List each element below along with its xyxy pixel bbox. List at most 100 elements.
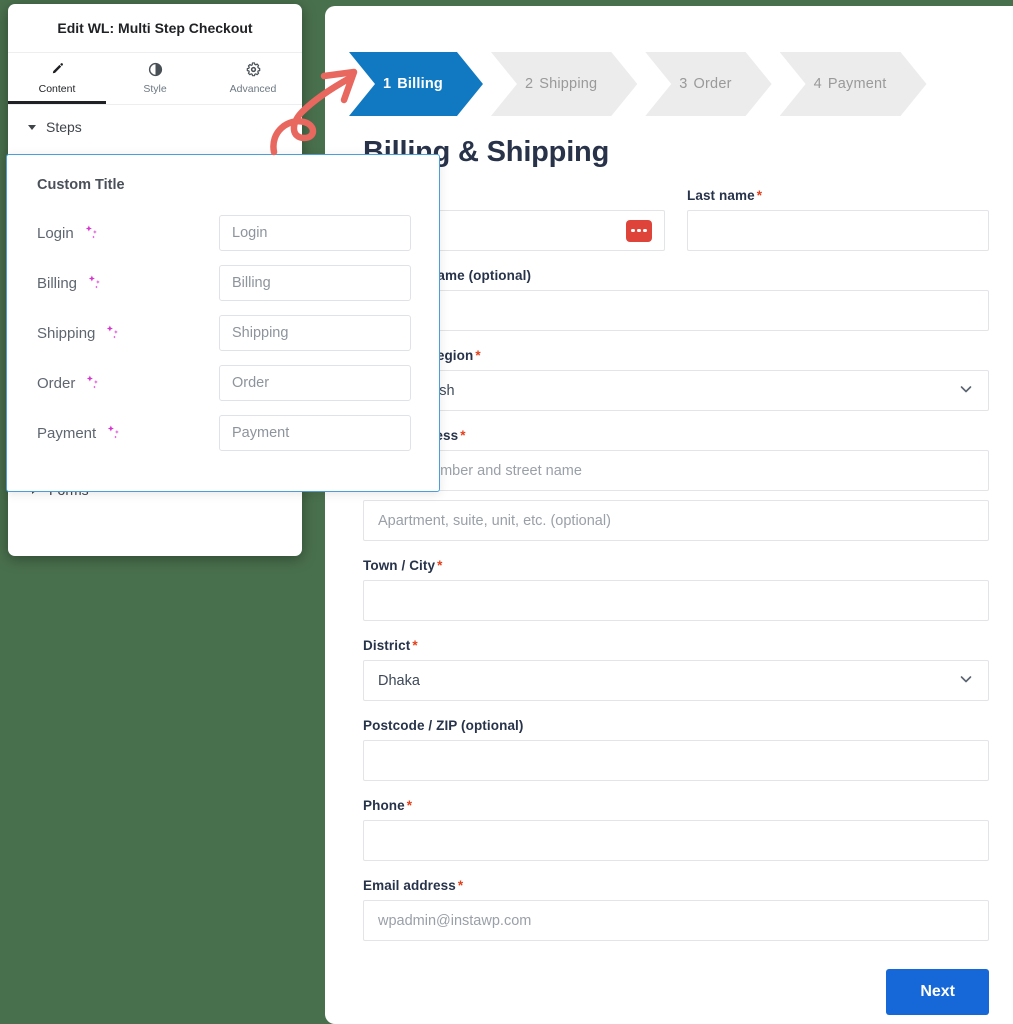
required-marker: * bbox=[460, 428, 466, 443]
country-label: Country / Region* bbox=[363, 348, 481, 363]
screen-root: 1 Billing 2 Shipping 3 Order 4 Payment B… bbox=[0, 0, 1013, 1024]
custom-title-label-shipping: Shipping bbox=[37, 323, 219, 343]
step-label: Payment bbox=[827, 76, 887, 92]
custom-title-row-login: Login Login bbox=[37, 215, 413, 251]
section-steps[interactable]: Steps bbox=[8, 105, 302, 149]
pencil-icon bbox=[50, 62, 65, 79]
tab-style[interactable]: Style bbox=[106, 53, 204, 104]
chevron-down-icon bbox=[958, 671, 974, 690]
custom-title-heading: Custom Title bbox=[37, 177, 125, 193]
step-label: Order bbox=[693, 76, 732, 92]
ai-sparkle-icon[interactable] bbox=[104, 323, 121, 343]
custom-title-input-billing[interactable]: Billing bbox=[219, 265, 411, 301]
custom-title-value-order: Order bbox=[232, 375, 270, 391]
custom-title-input-login[interactable]: Login bbox=[219, 215, 411, 251]
step-label: Billing bbox=[397, 76, 443, 92]
contrast-icon bbox=[148, 62, 163, 79]
required-marker: * bbox=[412, 638, 418, 653]
required-marker: * bbox=[406, 798, 413, 813]
custom-title-row-order: Order Order bbox=[37, 365, 413, 401]
required-marker: * bbox=[756, 188, 763, 203]
tab-content[interactable]: Content bbox=[8, 53, 106, 104]
ellipsis-badge-icon[interactable] bbox=[626, 219, 652, 242]
checkout-step-order[interactable]: 3 Order bbox=[645, 52, 771, 116]
tab-style-label: Style bbox=[143, 83, 167, 95]
email-label: Email address * bbox=[363, 878, 464, 893]
postcode-group: Postcode / ZIP (optional) bbox=[363, 718, 989, 781]
street-address-label: Street address* bbox=[363, 428, 989, 443]
custom-title-value-billing: Billing bbox=[232, 275, 271, 291]
ai-sparkle-icon[interactable] bbox=[105, 423, 122, 443]
checkout-step-shipping[interactable]: 2 Shipping bbox=[491, 52, 637, 116]
district-value: Dhaka bbox=[378, 672, 420, 689]
checkout-step-billing[interactable]: 1 Billing bbox=[349, 52, 483, 116]
gear-icon bbox=[246, 62, 261, 79]
active-tab-underline bbox=[8, 101, 106, 104]
ai-sparkle-icon[interactable] bbox=[84, 373, 101, 393]
chevron-down-icon bbox=[28, 124, 36, 130]
town-city-input[interactable] bbox=[363, 580, 989, 621]
step-label: Shipping bbox=[539, 76, 598, 92]
custom-title-label-payment: Payment bbox=[37, 423, 219, 443]
name-row: First name* Last name* bbox=[363, 188, 989, 251]
email-input[interactable]: wpadmin@instawp.com bbox=[363, 900, 989, 941]
custom-title-input-payment[interactable]: Payment bbox=[219, 415, 411, 451]
custom-title-input-shipping[interactable]: Shipping bbox=[219, 315, 411, 351]
custom-title-value-payment: Payment bbox=[232, 425, 290, 441]
postcode-input[interactable] bbox=[363, 740, 989, 781]
custom-title-value-login: Login bbox=[232, 225, 268, 241]
tab-advanced-label: Advanced bbox=[229, 83, 277, 95]
street-address-line1-input[interactable]: House number and street name bbox=[363, 450, 989, 491]
street-address-group: Street address* House number and street … bbox=[363, 428, 989, 491]
tab-content-label: Content bbox=[38, 83, 76, 95]
panel-tabs: Content Style Advanced bbox=[8, 53, 302, 105]
company-name-group: Company name (optional) bbox=[363, 268, 989, 331]
district-select[interactable]: Dhaka bbox=[363, 660, 989, 701]
next-button[interactable]: Next bbox=[886, 969, 989, 1015]
district-label: District * bbox=[363, 638, 418, 653]
step-number: 1 bbox=[383, 76, 392, 92]
step-number: 2 bbox=[524, 76, 534, 92]
street-address-line2-group: Apartment, suite, unit, etc. (optional) bbox=[363, 500, 989, 541]
custom-title-label-login: Login bbox=[37, 223, 219, 243]
last-name-input[interactable] bbox=[687, 210, 989, 251]
required-marker: * bbox=[457, 878, 464, 893]
phone-label: Phone * bbox=[363, 798, 413, 813]
custom-title-row-payment: Payment Payment bbox=[37, 415, 413, 451]
phone-group: Phone * bbox=[363, 798, 989, 861]
custom-title-label-billing: Billing bbox=[37, 273, 219, 293]
company-name-input[interactable] bbox=[363, 290, 989, 331]
street-address-line2-placeholder: Apartment, suite, unit, etc. (optional) bbox=[378, 512, 611, 529]
custom-title-popup: Custom Title Login Login Billing Billing… bbox=[6, 154, 440, 492]
step-number: 4 bbox=[813, 76, 822, 92]
ai-sparkle-icon[interactable] bbox=[86, 273, 103, 293]
next-button-row: Next bbox=[363, 969, 989, 1015]
tab-advanced[interactable]: Advanced bbox=[204, 53, 302, 104]
country-group: Country / Region* Bangladesh bbox=[363, 348, 989, 411]
email-group: Email address * wpadmin@instawp.com bbox=[363, 878, 989, 941]
step-number: 3 bbox=[679, 76, 688, 92]
custom-title-row-billing: Billing Billing bbox=[37, 265, 413, 301]
custom-title-label-order: Order bbox=[37, 373, 219, 393]
last-name-group: Last name * bbox=[687, 188, 989, 251]
custom-title-row-shipping: Shipping Shipping bbox=[37, 315, 413, 351]
company-name-label: Company name (optional) bbox=[363, 268, 532, 283]
street-address-line2-input[interactable]: Apartment, suite, unit, etc. (optional) bbox=[363, 500, 989, 541]
checkout-step-indicator: 1 Billing 2 Shipping 3 Order 4 Payment bbox=[349, 52, 935, 116]
district-group: District * Dhaka bbox=[363, 638, 989, 701]
country-select[interactable]: Bangladesh bbox=[363, 370, 989, 411]
panel-title: Edit WL: Multi Step Checkout bbox=[8, 4, 302, 53]
ai-sparkle-icon[interactable] bbox=[83, 223, 100, 243]
checkout-step-payment[interactable]: 4 Payment bbox=[780, 52, 927, 116]
phone-input[interactable] bbox=[363, 820, 989, 861]
required-marker: * bbox=[437, 558, 443, 573]
postcode-label: Postcode / ZIP (optional) bbox=[363, 718, 524, 733]
email-placeholder: wpadmin@instawp.com bbox=[378, 912, 532, 929]
town-city-group: Town / City * bbox=[363, 558, 989, 621]
required-marker: * bbox=[475, 348, 481, 363]
last-name-label: Last name * bbox=[687, 188, 763, 203]
custom-title-input-order[interactable]: Order bbox=[219, 365, 411, 401]
chevron-down-icon bbox=[958, 381, 974, 400]
billing-form: First name* Last name* Company name (opt… bbox=[363, 188, 989, 958]
section-steps-label: Steps bbox=[46, 119, 82, 135]
